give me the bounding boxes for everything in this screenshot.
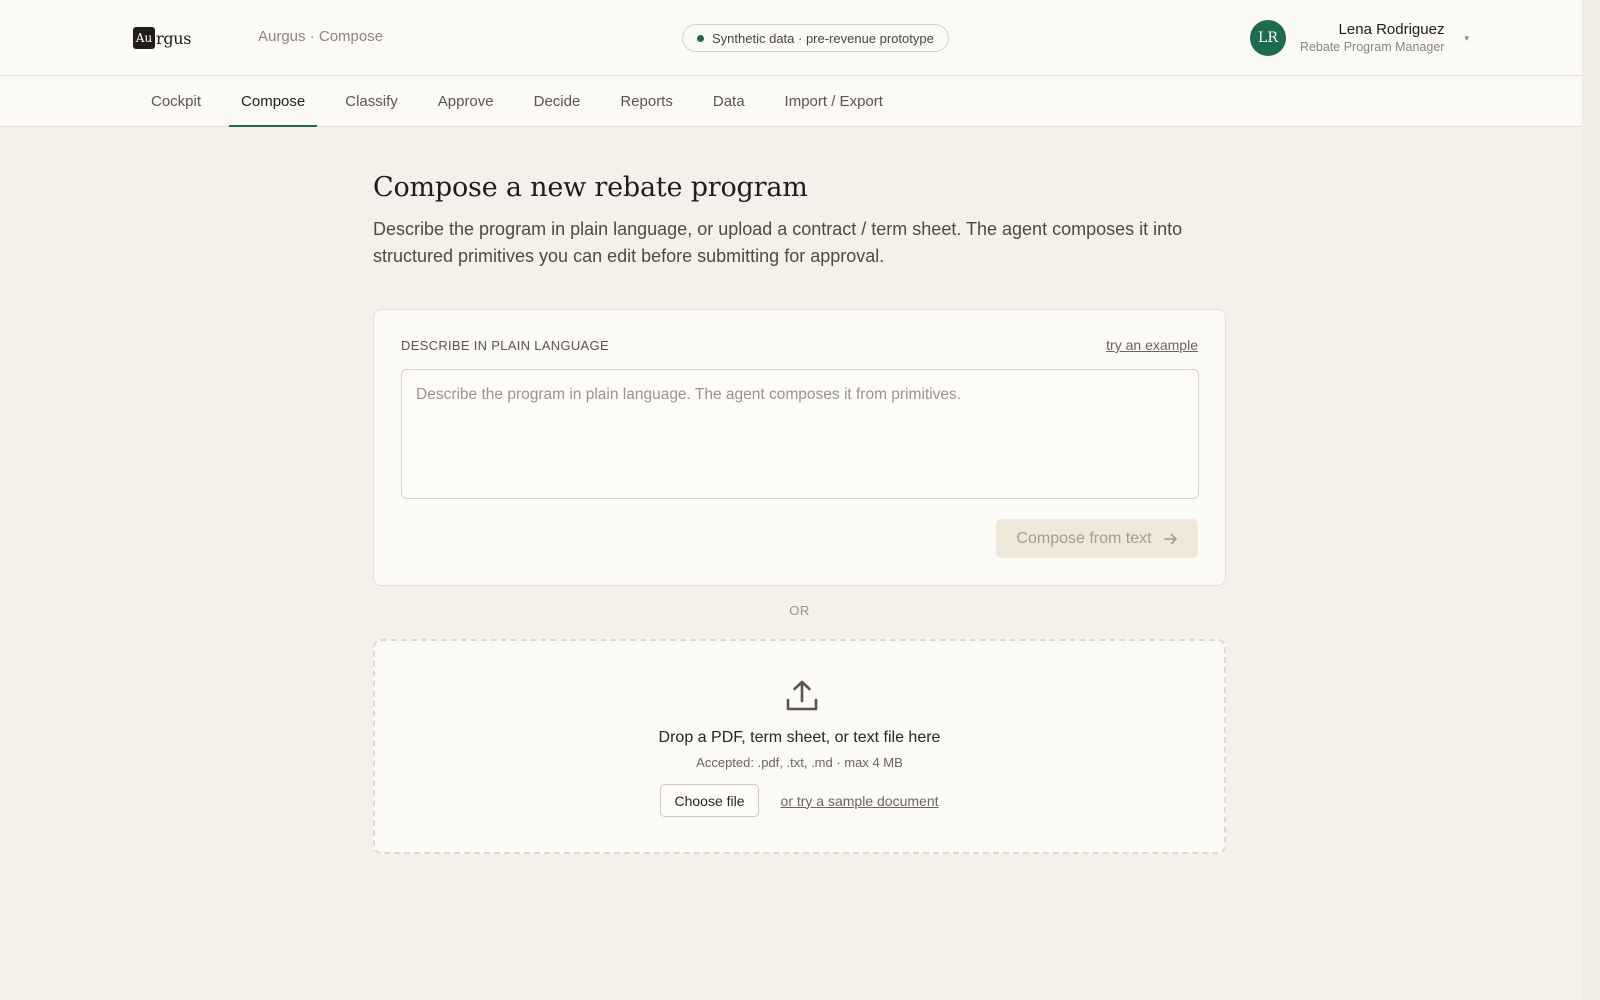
user-menu[interactable]: LR Lena Rodriguez Rebate Program Manager… (1249, 20, 1469, 56)
dropzone-accepted-types: Accepted: .pdf, .txt, .md · max 4 MB (696, 755, 903, 770)
arrow-right-icon (1163, 533, 1177, 544)
describe-card: DESCRIBE IN PLAIN LANGUAGE try an exampl… (373, 309, 1226, 586)
program-description-input[interactable] (401, 369, 1199, 499)
tab-decide[interactable]: Decide (518, 76, 597, 127)
chevron-down-icon[interactable]: ▾ (1464, 33, 1469, 44)
breadcrumb: Aurgus · Compose (258, 28, 384, 45)
upload-icon (786, 680, 818, 711)
tab-import-export[interactable]: Import / Export (769, 76, 899, 127)
try-example-link[interactable]: try an example (1106, 337, 1198, 353)
logo-mark: Au (133, 27, 155, 49)
status-dot-icon (697, 34, 704, 42)
scrollbar[interactable] (1582, 0, 1600, 1000)
top-bar: Au rgus Aurgus · Compose Synthetic data … (0, 0, 1600, 76)
tab-classify[interactable]: Classify (329, 76, 414, 127)
or-divider: OR (789, 603, 810, 618)
logo-wordmark: rgus (156, 28, 192, 48)
tab-list: Cockpit Compose Classify Approve Decide … (135, 76, 907, 127)
page-description: Describe the program in plain language, … (373, 219, 1183, 266)
choose-file-button[interactable]: Choose file (660, 784, 759, 817)
app-logo[interactable]: Au rgus (133, 27, 192, 49)
user-role: Rebate Program Manager (1299, 40, 1445, 54)
tab-data[interactable]: Data (697, 76, 761, 127)
user-name: Lena Rodriguez (1338, 21, 1445, 38)
compose-button-label: Compose from text (1016, 529, 1152, 547)
sample-document-link[interactable]: or try a sample document (781, 793, 939, 809)
page-header: Compose a new rebate program Describe th… (373, 170, 1226, 270)
tab-approve[interactable]: Approve (422, 76, 510, 127)
user-info: Lena Rodriguez Rebate Program Manager (1300, 20, 1445, 56)
compose-from-text-button[interactable]: Compose from text (996, 519, 1198, 558)
status-badge: Synthetic data · pre-revenue prototype (682, 24, 949, 52)
avatar: LR (1249, 20, 1286, 56)
tab-compose[interactable]: Compose (225, 76, 321, 127)
dropzone-title: Drop a PDF, term sheet, or text file her… (658, 729, 941, 746)
file-dropzone[interactable]: Drop a PDF, term sheet, or text file her… (373, 639, 1226, 854)
dropzone-actions: Choose file or try a sample document (375, 784, 1224, 817)
main-nav: Cockpit Compose Classify Approve Decide … (0, 76, 1600, 127)
status-badge-label: Synthetic data · pre-revenue prototype (712, 30, 934, 46)
tab-reports[interactable]: Reports (604, 76, 689, 127)
describe-label: DESCRIBE IN PLAIN LANGUAGE (401, 338, 609, 353)
tab-cockpit[interactable]: Cockpit (135, 76, 217, 127)
page-title: Compose a new rebate program (373, 172, 808, 203)
